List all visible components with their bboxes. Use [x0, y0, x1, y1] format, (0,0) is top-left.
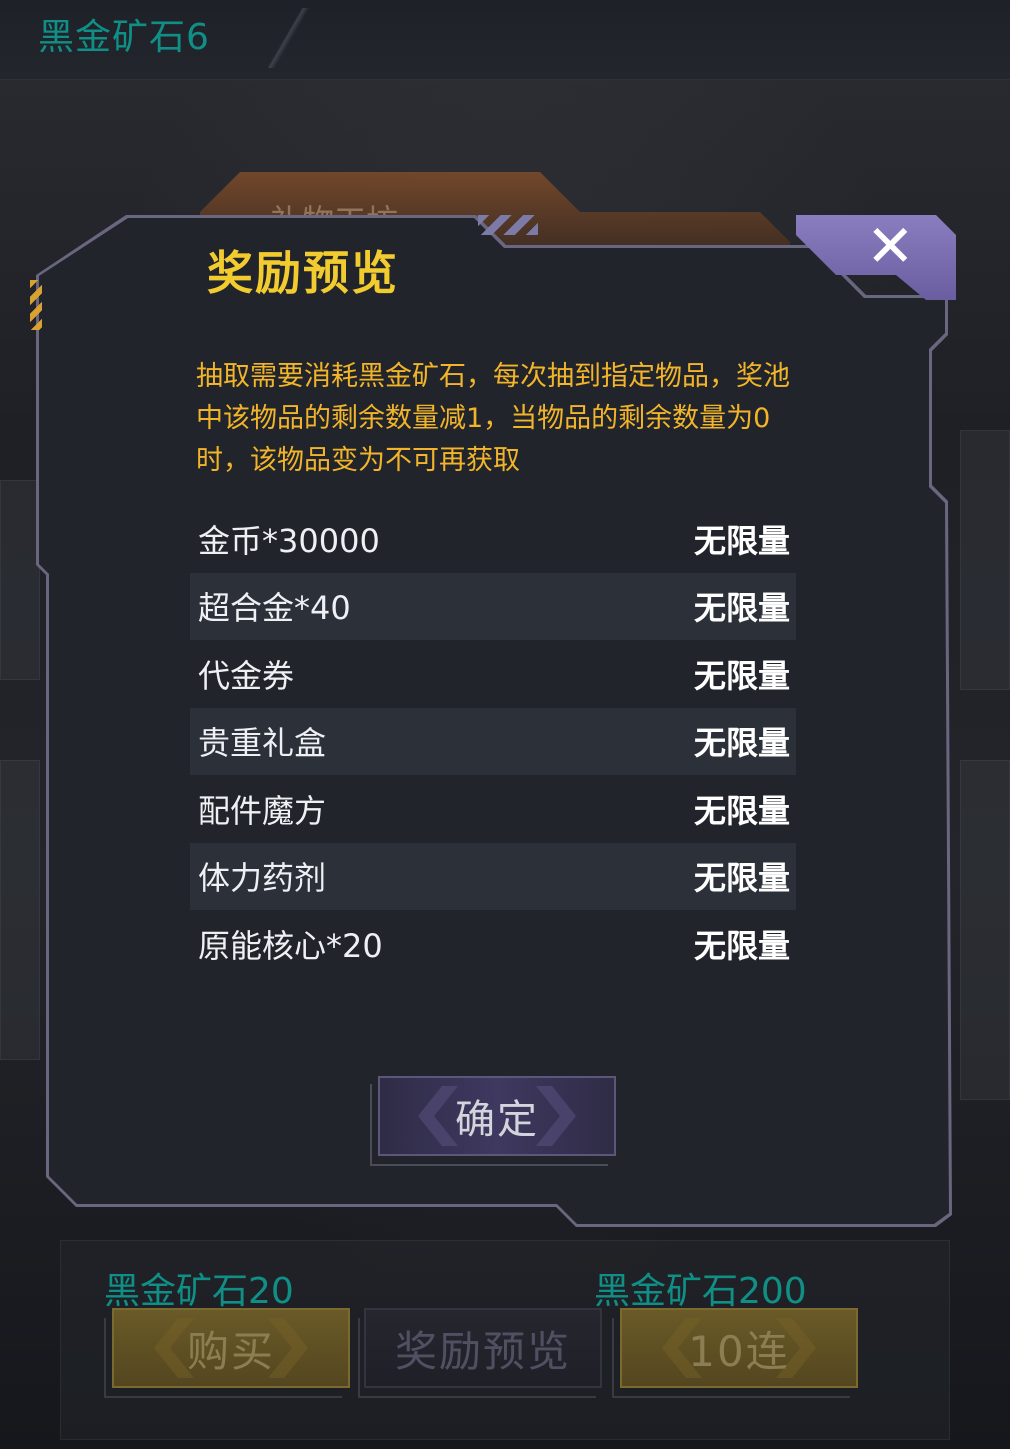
reward-row: 贵重礼盒 无限量	[190, 707, 796, 775]
reward-name: 原能核心*20	[198, 926, 383, 965]
decor-stripes	[478, 215, 538, 235]
reward-name: 金币*30000	[198, 521, 380, 560]
reward-row: 体力药剂 无限量	[190, 842, 796, 910]
cost-ten: 黑金矿石200	[594, 1271, 807, 1312]
reward-name: 体力药剂	[198, 859, 327, 898]
bg-panel	[960, 760, 1010, 1100]
reward-name: 贵重礼盒	[198, 724, 327, 763]
reward-quantity: 无限量	[693, 926, 790, 965]
reward-quantity: 无限量	[693, 589, 790, 628]
reward-quantity: 无限量	[693, 791, 790, 830]
reward-name: 配件魔方	[198, 791, 327, 830]
reward-quantity: 无限量	[693, 656, 790, 695]
buy-label: 购买	[186, 1326, 275, 1376]
confirm-button[interactable]: 确定	[378, 1076, 616, 1156]
close-icon: ✕	[866, 212, 915, 280]
top-bar: 黑金矿石6	[0, 0, 1010, 80]
reward-row: 金币*30000 无限量	[190, 505, 796, 573]
buy-button[interactable]: 购买	[112, 1308, 350, 1388]
reward-list: 金币*30000 无限量 超合金*40 无限量 代金券 无限量 贵重礼盒 无限量…	[190, 505, 796, 978]
ten-draw-label: 10连	[688, 1326, 790, 1376]
reward-quantity: 无限量	[693, 521, 790, 560]
bg-panel	[0, 760, 40, 1060]
reward-row: 原能核心*20 无限量	[190, 910, 796, 978]
reward-preview-label: 奖励预览	[394, 1326, 571, 1376]
reward-row: 代金券 无限量	[190, 640, 796, 708]
reward-preview-button[interactable]: 奖励预览	[364, 1308, 602, 1388]
top-currency-title: 黑金矿石6	[38, 17, 210, 58]
ten-draw-button[interactable]: 10连	[620, 1308, 858, 1388]
decor-slash	[250, 8, 330, 68]
bg-panel	[0, 480, 40, 680]
chevron-right-icon	[536, 1086, 576, 1146]
chevron-left-icon	[418, 1086, 458, 1146]
confirm-label: 确定	[455, 1097, 539, 1143]
reward-name: 超合金*40	[198, 589, 351, 628]
bg-panel	[960, 430, 1010, 690]
dialog-title: 奖励预览	[207, 246, 399, 300]
reward-name: 代金券	[198, 656, 295, 695]
confirm-button-wrap: 确定	[370, 1076, 616, 1166]
reward-row: 超合金*40 无限量	[190, 572, 796, 640]
cost-single: 黑金矿石20	[104, 1271, 294, 1312]
reward-quantity: 无限量	[693, 724, 790, 763]
hazard-stripes	[30, 280, 42, 330]
reward-row: 配件魔方 无限量	[190, 775, 796, 843]
reward-quantity: 无限量	[693, 859, 790, 898]
dialog-description: 抽取需要消耗黑金矿石，每次抽到指定物品，奖池中该物品的剩余数量减1，当物品的剩余…	[196, 361, 790, 476]
